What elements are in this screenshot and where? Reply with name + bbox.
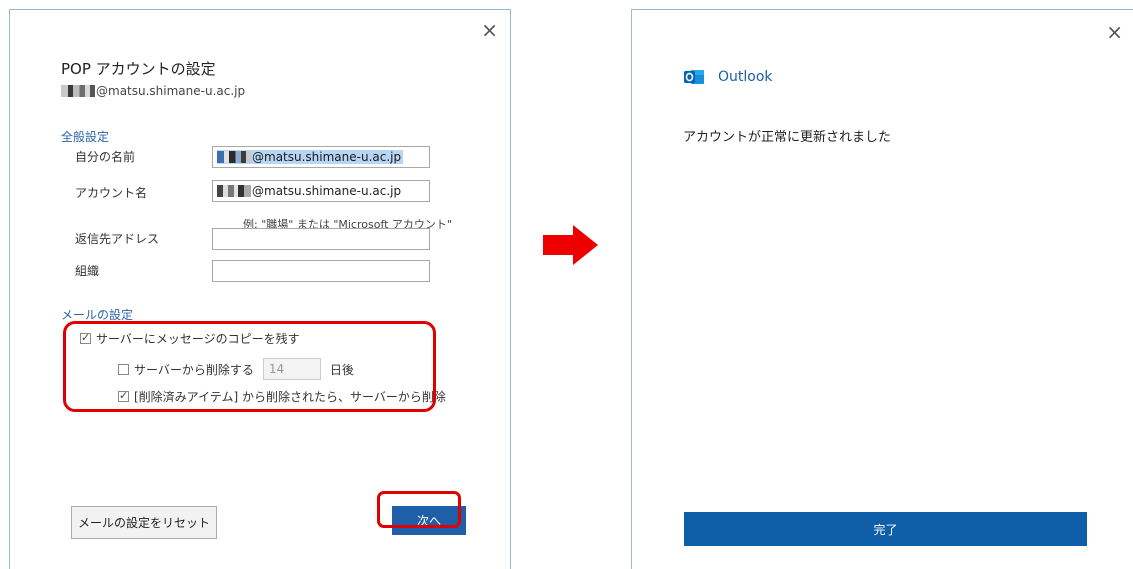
mail-options-highlight	[63, 321, 436, 412]
outlook-logo-icon	[684, 70, 704, 84]
app-name: Outlook	[718, 69, 773, 85]
reply-address-label: 返信先アドレス	[75, 232, 160, 246]
close-icon[interactable]: ×	[481, 20, 498, 40]
redacted-username	[217, 185, 251, 197]
next-button-highlight	[377, 491, 461, 528]
your-name-value: @matsu.shimane-u.ac.jp	[252, 150, 402, 164]
organization-input[interactable]	[212, 260, 430, 282]
account-name-input[interactable]: @matsu.shimane-u.ac.jp	[212, 180, 430, 202]
account-updated-dialog: × Outlook アカウントが正常に更新されました 完了	[631, 9, 1133, 569]
redacted-username	[61, 85, 95, 97]
general-settings-heading: 全般設定	[61, 130, 110, 144]
dialog-title: POP アカウントの設定	[61, 60, 216, 78]
account-name-value: @matsu.shimane-u.ac.jp	[252, 184, 402, 198]
done-button[interactable]: 完了	[684, 512, 1087, 546]
pop-account-settings-dialog: × POP アカウントの設定 @matsu.shimane-u.ac.jp 全般…	[9, 9, 511, 569]
success-message: アカウントが正常に更新されました	[683, 130, 892, 145]
your-name-input[interactable]: @matsu.shimane-u.ac.jp	[212, 146, 430, 168]
reset-mail-settings-button[interactable]: メールの設定をリセット	[71, 506, 217, 539]
your-name-label: 自分の名前	[75, 150, 136, 164]
close-icon[interactable]: ×	[1106, 22, 1123, 42]
account-name-label: アカウント名	[75, 186, 148, 200]
outlook-header: Outlook	[684, 68, 773, 86]
redacted-username	[217, 151, 251, 163]
organization-label: 組織	[75, 264, 100, 278]
account-email: @matsu.shimane-u.ac.jp	[61, 84, 245, 98]
right-arrow-icon	[543, 225, 598, 265]
account-email-domain: @matsu.shimane-u.ac.jp	[96, 84, 246, 98]
reply-address-input[interactable]	[212, 228, 430, 250]
